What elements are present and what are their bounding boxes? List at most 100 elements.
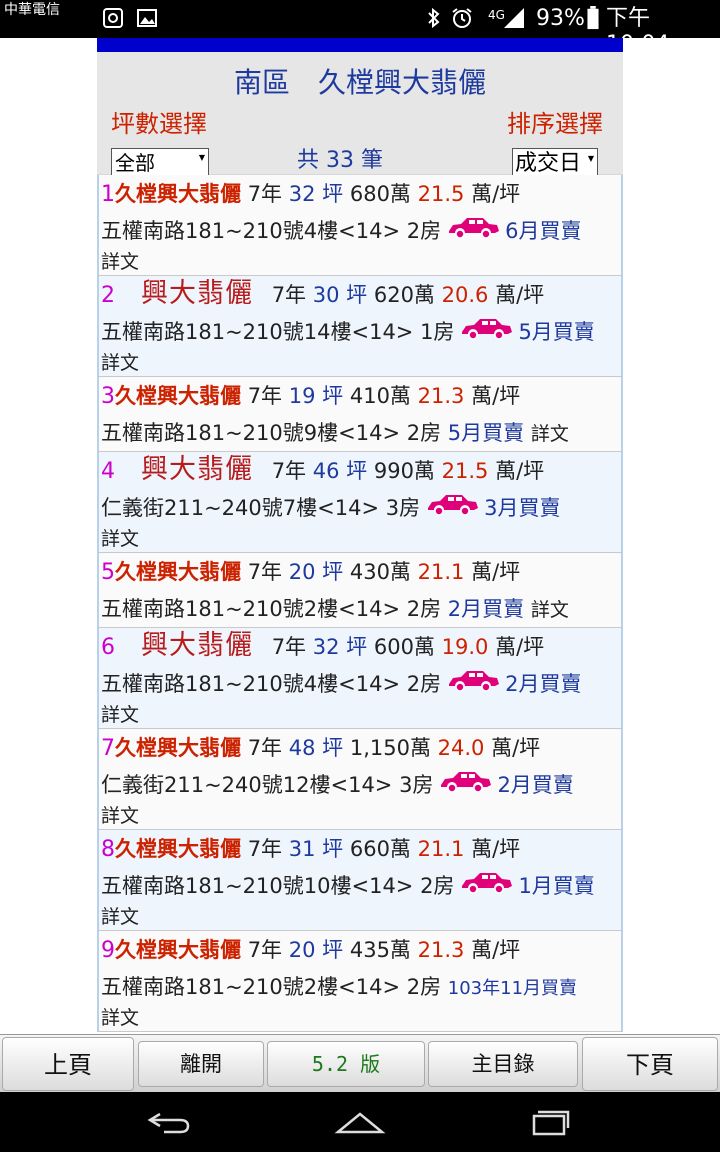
- building-name: 久樘興大翡儷: [115, 384, 241, 408]
- address: 五權南路181~210號10樓<14> 2房: [101, 874, 455, 898]
- area-select[interactable]: 全部 ▼: [111, 148, 209, 176]
- floor-area: 46 坪: [312, 459, 368, 483]
- area-select-value: 全部: [115, 151, 155, 175]
- recents-icon[interactable]: [520, 1106, 580, 1138]
- unit-label: 萬/坪: [471, 837, 521, 861]
- main-menu-button[interactable]: 主目錄: [428, 1041, 578, 1087]
- transaction-date: 2月買賣: [505, 672, 582, 696]
- detail-link[interactable]: 詳文: [101, 906, 139, 928]
- home-icon[interactable]: [330, 1106, 390, 1138]
- list-item[interactable]: 5久樘興大翡儷 7年 20 坪 430萬 21.1 萬/坪 五權南路181~210…: [97, 553, 623, 628]
- floor-area: 32 坪: [312, 635, 368, 659]
- list-header: 南區 久樘興大翡儷 坪數選擇 排序選擇 全部 ▼ 共 33 筆 成交日 ▼: [97, 52, 623, 178]
- image-icon: [137, 9, 157, 27]
- detail-link[interactable]: 詳文: [101, 704, 139, 726]
- chevron-down-icon: ▼: [198, 153, 205, 162]
- list-item[interactable]: 9久樘興大翡儷 7年 20 坪 435萬 21.3 萬/坪 五權南路181~210…: [97, 931, 623, 1032]
- leave-button[interactable]: 離開: [138, 1041, 264, 1087]
- unit-label: 萬/坪: [471, 560, 521, 584]
- building-age: 7年: [247, 837, 283, 861]
- navigation-bar: [0, 1092, 720, 1152]
- content-area[interactable]: 南區 久樘興大翡儷 坪數選擇 排序選擇 全部 ▼ 共 33 筆 成交日 ▼ 1久…: [97, 38, 623, 1034]
- total-price: 435萬: [349, 938, 411, 962]
- version-button[interactable]: 5.2 版: [267, 1041, 425, 1087]
- address: 五權南路181~210號14樓<14> 1房: [101, 320, 455, 344]
- floor-area: 31 坪: [288, 837, 344, 861]
- detail-link[interactable]: 詳文: [101, 352, 139, 374]
- bottom-toolbar: 上頁 離開 5.2 版 主目錄 下頁: [0, 1034, 720, 1093]
- unit-price: 20.6: [441, 283, 489, 307]
- unit-label: 萬/坪: [491, 736, 541, 760]
- sort-select-value: 成交日: [515, 151, 582, 176]
- prev-page-button[interactable]: 上頁: [2, 1037, 134, 1091]
- floor-area: 30 坪: [312, 283, 368, 307]
- address: 仁義街211~240號7樓<14> 3房: [101, 496, 421, 520]
- total-price: 680萬: [349, 182, 411, 206]
- list-item[interactable]: 3久樘興大翡儷 7年 19 坪 410萬 21.3 萬/坪 五權南路181~210…: [97, 377, 623, 452]
- list-item[interactable]: 6 興大翡儷 7年 32 坪 600萬 19.0 萬/坪 五權南路181~210號4…: [97, 628, 623, 729]
- total-price: 430萬: [349, 560, 411, 584]
- battery-percent: 93%: [536, 6, 585, 31]
- next-page-button[interactable]: 下頁: [582, 1037, 718, 1091]
- clock: 下午 10:04: [606, 6, 670, 57]
- listing-number: 5: [101, 560, 115, 585]
- total-price: 660萬: [349, 837, 411, 861]
- transaction-date: 6月買賣: [505, 219, 582, 243]
- carrier-label: 中華電信: [4, 2, 60, 18]
- total-price: 620萬: [373, 283, 435, 307]
- transaction-date: 2月買賣: [447, 597, 525, 621]
- list-item[interactable]: 2 興大翡儷 7年 30 坪 620萬 20.6 萬/坪 五權南路181~210號1…: [97, 276, 623, 377]
- list-item[interactable]: 7久樘興大翡儷 7年 48 坪 1,150萬 24.0 萬/坪 仁義街211~24…: [97, 729, 623, 830]
- unit-label: 萬/坪: [471, 384, 521, 408]
- address: 五權南路181~210號4樓<14> 2房: [101, 672, 442, 696]
- address: 五權南路181~210號2樓<14> 2房: [101, 975, 442, 999]
- detail-link[interactable]: 詳文: [531, 423, 569, 445]
- car-icon: [445, 667, 501, 703]
- page-title: 南區 久樘興大翡儷: [233, 66, 486, 99]
- detail-link[interactable]: 詳文: [101, 528, 139, 550]
- unit-price: 21.1: [417, 560, 465, 584]
- building-age: 7年: [271, 459, 307, 483]
- logo-text: 興大翡儷: [141, 278, 253, 309]
- building-logo: 興大翡儷: [115, 455, 265, 489]
- car-icon: [458, 315, 514, 351]
- alarm-icon: [452, 8, 472, 28]
- list-item[interactable]: 8久樘興大翡儷 7年 31 坪 660萬 21.1 萬/坪 五權南路181~210…: [97, 830, 623, 931]
- bluetooth-icon: [428, 7, 440, 29]
- top-banner-strip: [97, 38, 623, 52]
- result-count: 共 33 筆: [297, 148, 383, 173]
- unit-price: 21.5: [417, 182, 465, 206]
- listing-number: 6: [101, 635, 115, 660]
- list-item[interactable]: 1久樘興大翡儷 7年 32 坪 680萬 21.5 萬/坪 五權南路181~210…: [97, 175, 623, 276]
- list-item[interactable]: 4 興大翡儷 7年 46 坪 990萬 21.5 萬/坪 仁義街211~240號7樓…: [97, 452, 623, 553]
- unit-label: 萬/坪: [495, 459, 545, 483]
- building-logo: 興大翡儷: [115, 279, 265, 313]
- unit-price: 19.0: [441, 635, 489, 659]
- detail-link[interactable]: 詳文: [101, 805, 139, 827]
- listing-number: 1: [101, 182, 115, 207]
- transaction-date: 5月買賣: [518, 320, 595, 344]
- detail-link[interactable]: 詳文: [101, 251, 139, 273]
- total-price: 410萬: [349, 384, 411, 408]
- total-price: 990萬: [373, 459, 435, 483]
- total-price: 600萬: [373, 635, 435, 659]
- unit-price: 21.3: [417, 384, 465, 408]
- status-bar: 中華電信 4G 93% 下午 10:04: [0, 0, 720, 57]
- listing-number: 3: [101, 384, 115, 409]
- detail-link[interactable]: 詳文: [531, 599, 569, 621]
- signal-icon: [504, 8, 524, 28]
- building-name: 久樘興大翡儷: [115, 182, 241, 206]
- building-logo: 興大翡儷: [115, 631, 265, 665]
- building-name: 久樘興大翡儷: [115, 938, 241, 962]
- car-icon: [437, 768, 493, 804]
- battery-icon: [587, 6, 599, 30]
- transaction-date: 1月買賣: [518, 874, 595, 898]
- unit-price: 21.3: [417, 938, 465, 962]
- sort-select[interactable]: 成交日 ▼: [512, 148, 598, 178]
- car-icon: [458, 869, 514, 905]
- listing-list: 1久樘興大翡儷 7年 32 坪 680萬 21.5 萬/坪 五權南路181~210…: [97, 174, 623, 1032]
- back-icon[interactable]: [140, 1106, 200, 1138]
- detail-link[interactable]: 詳文: [101, 1007, 139, 1029]
- building-name: 久樘興大翡儷: [115, 560, 241, 584]
- building-name: 久樘興大翡儷: [115, 736, 241, 760]
